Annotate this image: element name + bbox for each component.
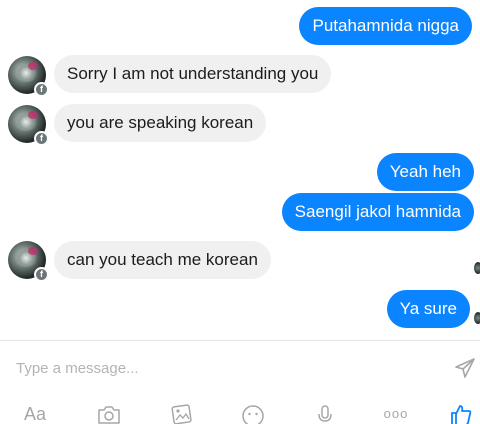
incoming-message[interactable]: Sorry I am not understanding you	[54, 55, 332, 93]
text-format-icon[interactable]: Aa	[20, 403, 50, 424]
more-icon[interactable]: ooo	[381, 403, 411, 424]
messenger-badge-icon: f	[34, 267, 49, 282]
thumbs-up-icon[interactable]	[446, 403, 476, 424]
gallery-icon[interactable]	[166, 403, 196, 424]
camera-icon[interactable]	[94, 403, 124, 424]
message-thread: Putahamnida nigga f Sorry I am not under…	[0, 0, 480, 340]
incoming-message[interactable]: you are speaking korean	[54, 104, 267, 142]
composer-bar: Type a message... Aa ooo	[0, 340, 480, 424]
contact-avatar[interactable]: f	[8, 241, 49, 282]
emoji-icon[interactable]	[238, 403, 268, 424]
more-label: ooo	[383, 406, 409, 421]
outgoing-message[interactable]: Yeah heh	[376, 153, 474, 191]
incoming-message[interactable]: can you teach me korean	[54, 241, 271, 279]
messenger-badge-icon: f	[34, 131, 49, 146]
send-icon[interactable]	[452, 355, 478, 381]
contact-avatar[interactable]: f	[8, 56, 49, 97]
outgoing-message[interactable]: Saengil jakol hamnida	[281, 193, 474, 231]
message-input[interactable]: Type a message...	[16, 357, 416, 381]
outgoing-message[interactable]: Putahamnida nigga	[299, 7, 472, 45]
outgoing-message[interactable]: Ya sure	[386, 290, 470, 328]
text-format-label: Aa	[23, 404, 47, 424]
messenger-badge-icon: f	[34, 82, 49, 97]
composer-toolbar: Aa ooo	[0, 403, 480, 424]
read-receipt-avatar	[474, 262, 480, 274]
read-receipt-avatar	[474, 312, 480, 324]
microphone-icon[interactable]	[310, 403, 340, 424]
contact-avatar[interactable]: f	[8, 105, 49, 146]
